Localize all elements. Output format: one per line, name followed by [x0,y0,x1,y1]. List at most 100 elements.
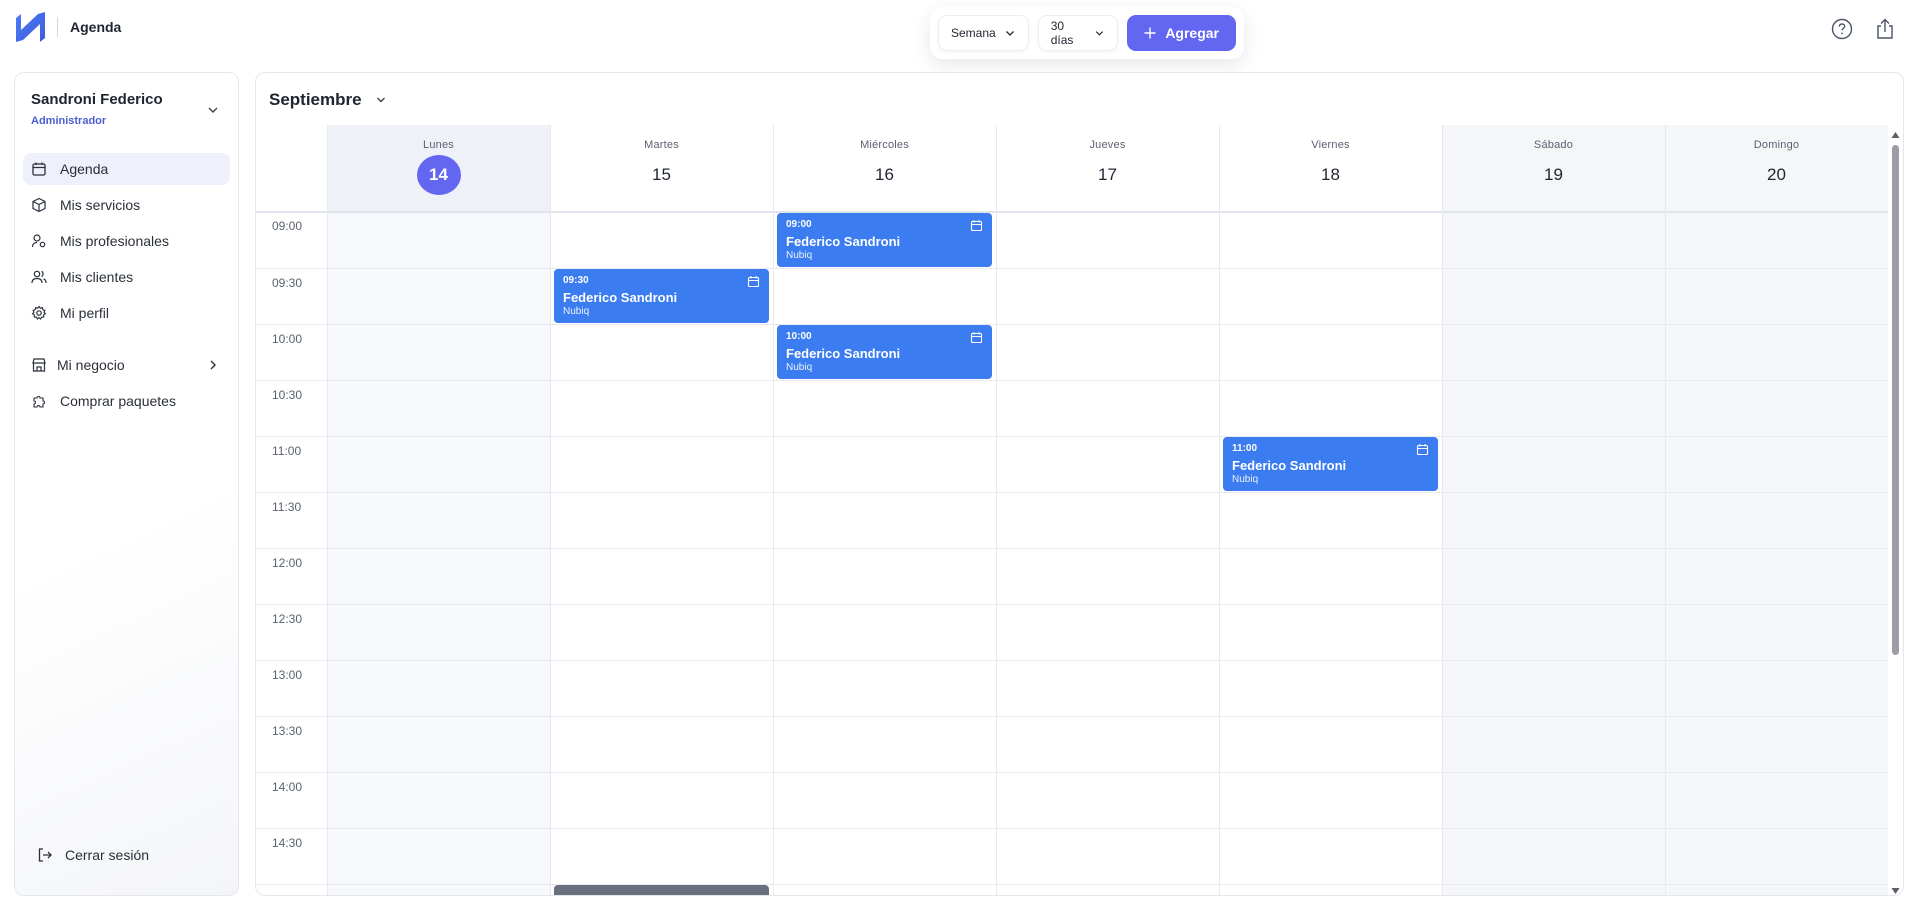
box-icon [32,197,46,213]
gear-icon [31,305,47,320]
sidebar-item-negocio[interactable]: Mi negocio [23,349,230,381]
time-label: 09:00 [272,219,303,233]
chevron-down-icon [1096,31,1104,36]
appointment-card-partial[interactable] [554,885,769,895]
day-header-monday[interactable]: Lunes 14 [327,125,550,211]
sidebar: Sandroni Federico Administrador Agenda M… [14,72,239,896]
day-number: 17 [1098,165,1117,184]
grid-line [256,604,1888,605]
top-bar: Agenda Semana 30 días Agregar [0,0,1918,60]
day-header-wednesday[interactable]: Miércoles 16 [773,125,996,211]
user-name: Sandroni Federico [31,91,163,108]
time-label: 12:00 [272,556,303,570]
time-label: 11:00 [272,444,302,458]
view-toolbar: Semana 30 días Agregar [930,7,1244,59]
users-icon [31,270,47,284]
sidebar-item-clientes[interactable]: Mis clientes [23,261,230,293]
header-divider [256,211,1888,213]
sidebar-item-label: Mi perfil [60,305,110,321]
calendar-icon [1416,444,1429,456]
calendar-icon [970,332,983,344]
sidebar-item-agenda[interactable]: Agenda [23,153,230,185]
logo-divider [57,17,58,37]
appointment-card[interactable]: 09:30 Federico Sandroni Nubiq [554,269,769,323]
calendar-icon [747,276,760,288]
time-label: 14:30 [272,836,303,850]
app-title: Agenda [70,19,122,35]
logout-button[interactable]: Cerrar sesión [37,847,149,863]
day-number: 20 [1767,165,1786,184]
range-select[interactable]: 30 días [1037,15,1119,51]
scroll-up-icon[interactable] [1891,131,1900,139]
sidebar-item-label: Mis clientes [60,269,134,285]
user-role: Administrador [31,115,107,127]
user-settings-icon [31,234,46,248]
grid-line [996,125,997,895]
add-button-label: Agregar [1165,25,1219,41]
appointment-time: 11:00 [1232,443,1258,454]
scroll-down-icon[interactable] [1891,887,1900,895]
time-label: 10:00 [272,332,303,346]
grid-line [256,548,1888,549]
week-grid: Lunes 14 Martes 15 Miércoles 16 Jueves 1… [256,125,1888,895]
view-select[interactable]: Semana [938,15,1029,51]
time-label: 10:30 [272,388,303,402]
grid-line [256,772,1888,773]
chevron-right-icon [210,360,216,370]
day-number: 19 [1544,165,1563,184]
sidebar-item-paquetes[interactable]: Comprar paquetes [23,385,230,417]
grid-line [256,492,1888,493]
day-number: 15 [652,165,671,184]
day-header-sunday[interactable]: Domingo 20 [1665,125,1888,211]
logout-icon [38,848,52,862]
range-select-label: 30 días [1050,19,1074,47]
calendar-icon [32,162,46,176]
grid-line [256,716,1888,717]
day-header-thursday[interactable]: Jueves 17 [996,125,1219,211]
grid-line [256,884,1888,885]
appointment-business: Nubiq [563,306,590,317]
appointment-business: Nubiq [786,362,813,373]
day-number: 16 [875,165,894,184]
calendar-panel: Septiembre Lunes 14 Martes 15 Miércoles … [255,72,1904,896]
puzzle-icon [33,395,46,408]
time-label: 09:30 [272,276,303,290]
grid-line [256,380,1888,381]
day-name: Martes [644,139,679,151]
grid-line [773,125,774,895]
chevron-down-icon[interactable] [206,103,220,117]
appointment-title: Federico Sandroni [786,346,901,361]
sidebar-item-servicios[interactable]: Mis servicios [23,189,230,221]
calendar-scrollbar[interactable] [1889,131,1901,895]
appointment-card[interactable]: 11:00 Federico Sandroni Nubiq [1223,437,1438,491]
day-name: Viernes [1311,139,1350,151]
scrollbar-thumb[interactable] [1892,145,1899,655]
day-header-saturday[interactable]: Sábado 19 [1442,125,1665,211]
grid-line [550,125,551,895]
add-button[interactable]: Agregar [1127,15,1236,51]
store-icon [32,358,46,372]
month-selector[interactable]: Septiembre [269,90,388,110]
appointment-card[interactable]: 09:00 Federico Sandroni Nubiq [777,213,992,267]
appointment-title: Federico Sandroni [1232,458,1347,473]
day-header-friday[interactable]: Viernes 18 [1219,125,1442,211]
share-icon[interactable] [1873,17,1897,41]
time-label: 13:00 [272,668,303,682]
day-name: Lunes [423,139,454,151]
day-name: Domingo [1753,139,1800,151]
sidebar-item-label: Mis servicios [60,197,141,213]
day-header-tuesday[interactable]: Martes 15 [550,125,773,211]
nubiq-logo[interactable] [14,10,48,44]
sidebar-item-profesionales[interactable]: Mis profesionales [23,225,230,257]
grid-line [256,324,1888,325]
grid-line [256,268,1888,269]
appointment-card[interactable]: 10:00 Federico Sandroni Nubiq [777,325,992,379]
day-number: 18 [1321,165,1340,184]
grid-line [256,828,1888,829]
grid-line [256,436,1888,437]
appointment-title: Federico Sandroni [786,234,901,249]
sidebar-item-perfil[interactable]: Mi perfil [23,297,230,329]
day-name: Sábado [1533,139,1574,151]
help-icon[interactable] [1830,17,1854,41]
sidebar-item-label: Agenda [60,161,109,177]
